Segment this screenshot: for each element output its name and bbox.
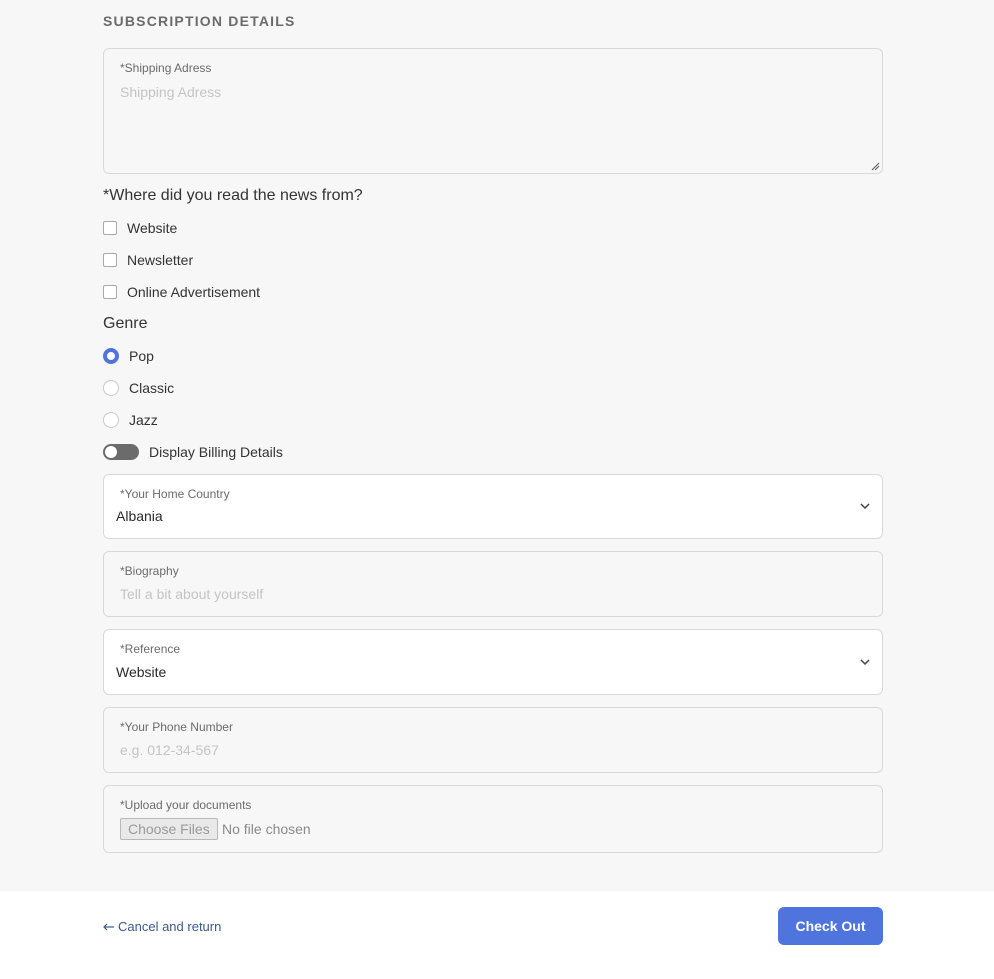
checkbox-label: Website xyxy=(127,220,178,236)
toggle-label: Display Billing Details xyxy=(149,444,283,460)
chevron-down-icon[interactable] xyxy=(858,655,872,669)
news-source-question: *Where did you read the news from? xyxy=(103,187,363,204)
toggle-knob xyxy=(105,446,117,458)
home-country-value: Albania xyxy=(116,508,163,524)
checkbox-newsletter[interactable]: Newsletter xyxy=(103,251,193,269)
biography-placeholder: Tell a bit about yourself xyxy=(120,586,264,602)
phone-number-label: *Your Phone Number xyxy=(120,720,233,734)
radio-label: Jazz xyxy=(129,412,158,428)
radio-jazz[interactable]: Jazz xyxy=(103,411,158,429)
reference-label: *Reference xyxy=(120,642,181,656)
phone-number-placeholder: e.g. 012-34-567 xyxy=(120,742,219,758)
checkbox-label: Online Advertisement xyxy=(127,284,261,300)
check-out-button[interactable]: Check Out xyxy=(778,907,883,945)
section-title: SUBSCRIPTION DETAILS xyxy=(103,13,296,29)
phone-number-field[interactable]: *Your Phone Number e.g. 012-34-567 xyxy=(103,707,883,773)
radio-classic[interactable]: Classic xyxy=(103,379,174,397)
reference-value: Website xyxy=(116,664,167,680)
radio-label: Classic xyxy=(129,380,175,396)
shipping-address-label: *Shipping Adress xyxy=(120,61,212,75)
arrow-left-icon xyxy=(103,923,114,930)
upload-documents-field: *Upload your documents Choose Files No f… xyxy=(103,785,883,853)
radio-button[interactable] xyxy=(103,380,119,396)
shipping-address-placeholder: Shipping Adress xyxy=(120,84,222,100)
choose-files-button[interactable]: Choose Files xyxy=(120,818,218,840)
checkbox-online-advertisement[interactable]: Online Advertisement xyxy=(103,283,260,301)
checkbox-website[interactable]: Website xyxy=(103,219,177,237)
reference-select[interactable]: *Reference Website xyxy=(103,629,883,695)
cancel-label: Cancel and return xyxy=(118,919,222,934)
checkbox-box[interactable] xyxy=(103,285,117,299)
checkbox-box[interactable] xyxy=(103,253,117,267)
billing-details-toggle[interactable] xyxy=(103,444,139,460)
shipping-address-field[interactable]: *Shipping Adress Shipping Adress xyxy=(103,48,883,174)
radio-pop[interactable]: Pop xyxy=(103,347,154,365)
radio-button[interactable] xyxy=(103,412,119,428)
billing-details-toggle-row[interactable]: Display Billing Details xyxy=(103,443,283,461)
resize-grip-icon[interactable] xyxy=(870,161,880,171)
chevron-down-icon[interactable] xyxy=(858,499,872,513)
file-status: No file chosen xyxy=(222,821,311,837)
biography-field[interactable]: *Biography Tell a bit about yourself xyxy=(103,551,883,617)
upload-documents-label: *Upload your documents xyxy=(120,798,252,812)
form-footer: Cancel and return Check Out xyxy=(0,891,994,979)
checkbox-box[interactable] xyxy=(103,221,117,235)
home-country-label: *Your Home Country xyxy=(120,487,230,501)
radio-button-selected[interactable] xyxy=(103,348,119,364)
genre-question: Genre xyxy=(103,315,148,332)
biography-label: *Biography xyxy=(120,564,179,578)
cancel-and-return-link[interactable]: Cancel and return xyxy=(103,919,221,934)
checkbox-label: Newsletter xyxy=(127,252,194,268)
home-country-select[interactable]: *Your Home Country Albania xyxy=(103,474,883,539)
radio-label: Pop xyxy=(129,348,154,364)
